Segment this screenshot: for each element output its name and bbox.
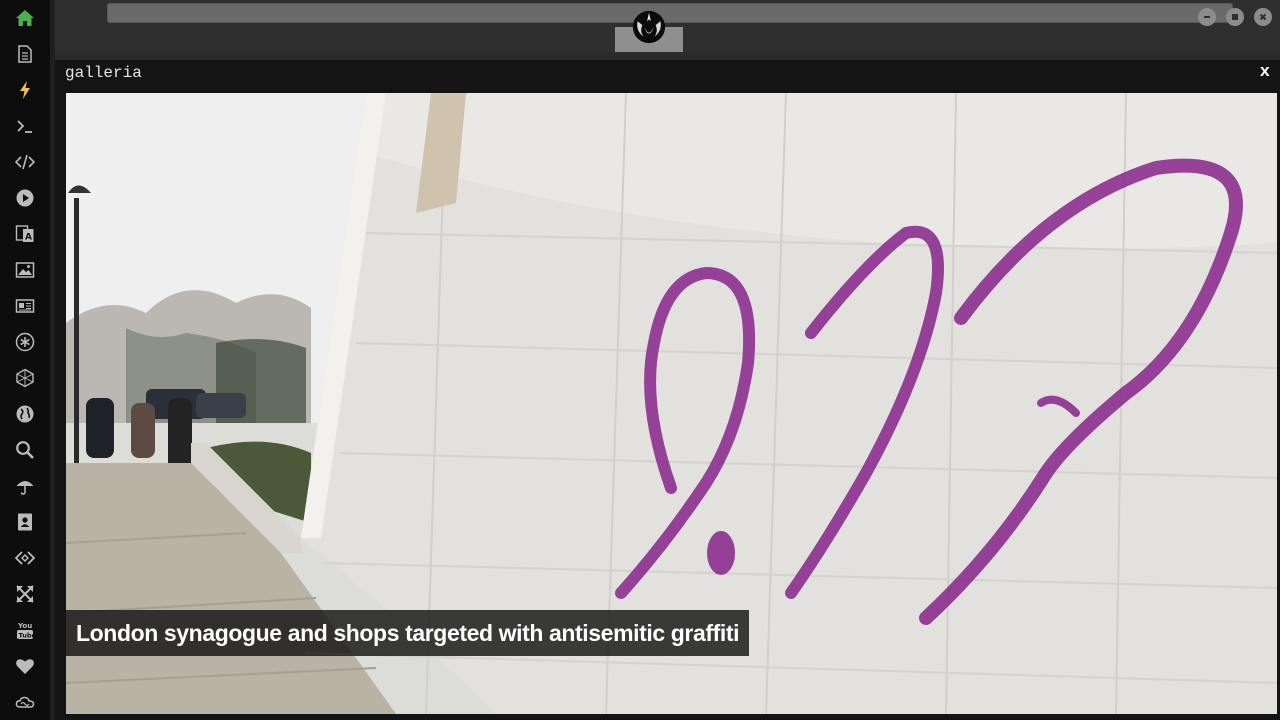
hexagon-icon[interactable] bbox=[13, 366, 37, 390]
window-header: galleria x bbox=[55, 60, 1280, 93]
newspaper-icon[interactable] bbox=[13, 294, 37, 318]
gallery-image[interactable]: London synagogue and shops targeted with… bbox=[66, 93, 1277, 714]
play-icon[interactable] bbox=[13, 186, 37, 210]
window-close-button[interactable]: x bbox=[1260, 63, 1270, 82]
sidebar: A You Tube bbox=[0, 0, 50, 720]
close-window-button[interactable] bbox=[1254, 8, 1272, 26]
url-input[interactable] bbox=[107, 3, 1233, 23]
window-title: galleria bbox=[65, 64, 142, 82]
asterisk-icon[interactable] bbox=[13, 330, 37, 354]
translate-icon[interactable]: A bbox=[13, 222, 37, 246]
rebel-alliance-icon[interactable] bbox=[630, 8, 668, 46]
heart-icon[interactable] bbox=[13, 654, 37, 678]
terminal-icon[interactable] bbox=[13, 114, 37, 138]
minimize-button[interactable] bbox=[1198, 8, 1216, 26]
expand-icon[interactable] bbox=[13, 582, 37, 606]
home-icon[interactable] bbox=[13, 6, 37, 30]
code-icon[interactable] bbox=[13, 150, 37, 174]
contacts-icon[interactable] bbox=[13, 510, 37, 534]
globe-icon[interactable] bbox=[13, 402, 37, 426]
window-border-left bbox=[55, 93, 66, 720]
svg-text:You: You bbox=[17, 622, 32, 630]
image-caption: London synagogue and shops targeted with… bbox=[66, 610, 750, 656]
umbrella-icon[interactable] bbox=[13, 474, 37, 498]
cloud-icon[interactable] bbox=[13, 690, 37, 714]
svg-text:A: A bbox=[25, 233, 32, 243]
youtube-icon[interactable]: You Tube bbox=[13, 618, 37, 642]
lightning-icon[interactable] bbox=[13, 78, 37, 102]
document-icon[interactable] bbox=[13, 42, 37, 66]
svg-text:Tube: Tube bbox=[19, 631, 36, 639]
image-icon[interactable] bbox=[13, 258, 37, 282]
maximize-button[interactable] bbox=[1226, 8, 1244, 26]
search-icon[interactable] bbox=[13, 438, 37, 462]
diamond-code-icon[interactable] bbox=[13, 546, 37, 570]
window-border-bottom bbox=[55, 714, 1280, 720]
